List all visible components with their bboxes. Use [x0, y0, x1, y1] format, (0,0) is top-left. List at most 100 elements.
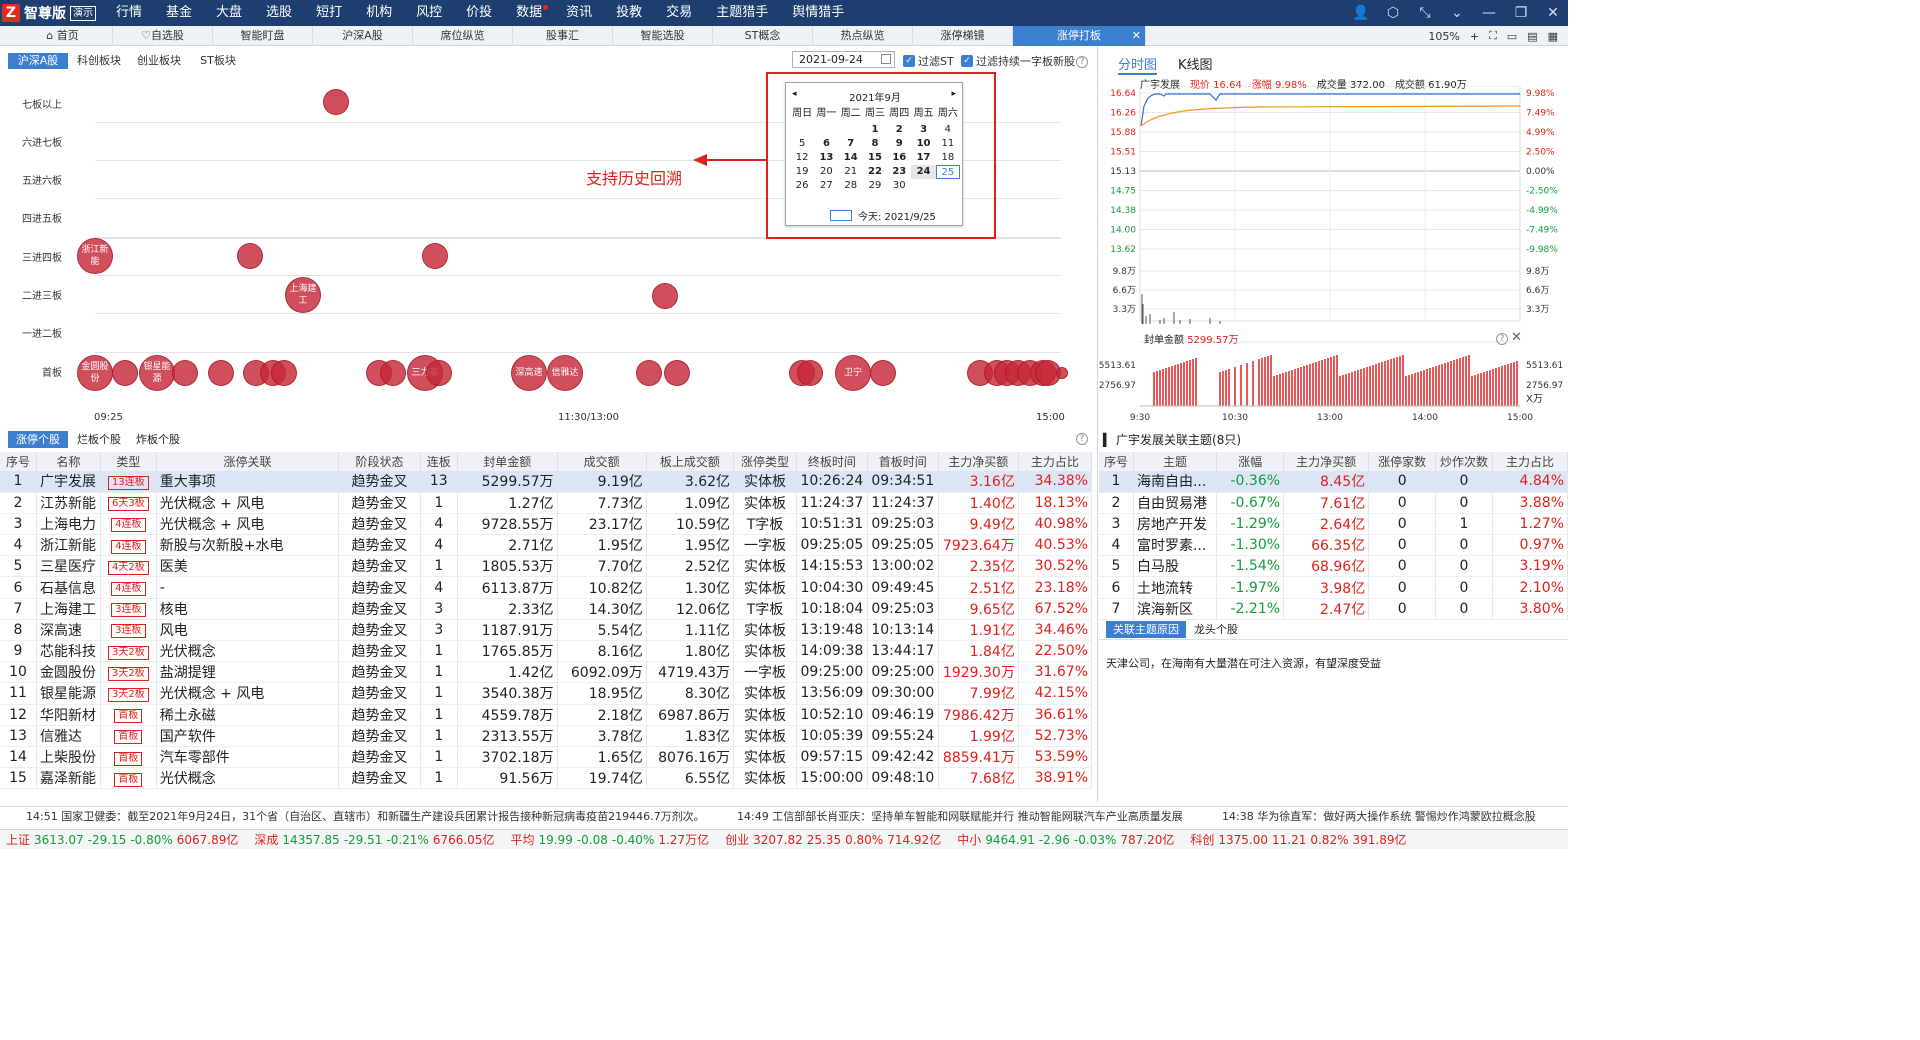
close-icon[interactable]: ✕	[1544, 5, 1562, 21]
nav-tab[interactable]: 智能盯盘	[213, 26, 313, 46]
calendar-day[interactable]: 9	[887, 137, 911, 151]
calendar-day[interactable]: 3	[911, 123, 935, 137]
column-header[interactable]: 主题	[1133, 452, 1218, 471]
calendar-day[interactable]: 4	[936, 123, 960, 137]
column-header[interactable]: 涨停家数	[1368, 452, 1437, 471]
calendar-day[interactable]: 29	[863, 179, 887, 193]
calendar-day[interactable]: 17	[911, 151, 935, 165]
news-item[interactable]: 14:49 工信部部长肖亚庆：坚持单车智能和网联赋能并行 推动智能网联汽车产业高…	[737, 807, 1183, 827]
column-header[interactable]: 终板时间	[796, 452, 868, 471]
menu-item[interactable]: 价投	[454, 0, 504, 26]
nav-tab[interactable]: 涨停梯镜	[913, 26, 1013, 46]
menu-item[interactable]: 机构	[354, 0, 404, 26]
nav-tab[interactable]: 智能选股	[613, 26, 713, 46]
stock-bubble[interactable]: 信雅达	[547, 355, 583, 391]
menu-item[interactable]: 舆情猎手	[780, 0, 856, 26]
calendar-day[interactable]: 12	[790, 151, 814, 165]
stock-bubble[interactable]	[271, 360, 297, 386]
stock-bubble[interactable]	[1056, 367, 1068, 379]
column-header[interactable]: 连板	[420, 452, 459, 471]
menu-item[interactable]: 选股	[254, 0, 304, 26]
stock-bubble[interactable]	[380, 360, 406, 386]
calendar-day[interactable]: 2	[887, 123, 911, 137]
table-row[interactable]: 9 芯能科技 3天2板 光伏概念 趋势金叉 1 1765.85万 8.16亿 1.80亿 实体板 1…	[0, 640, 1093, 663]
chevron-down-icon[interactable]: ⌄	[1448, 5, 1466, 21]
date-picker-input[interactable]: 2021-09-24	[792, 51, 895, 68]
table-row[interactable]: 1 海南自由... -0.36% 8.45亿 0 0 4.84%	[1099, 471, 1569, 493]
calendar-day[interactable]: 20	[814, 165, 838, 179]
calendar-day[interactable]: 21	[839, 165, 863, 179]
nav-tab[interactable]: 热点纵览	[813, 26, 913, 46]
calendar-day[interactable]: 28	[839, 179, 863, 193]
tab-kechuang[interactable]: 科创板块	[70, 53, 128, 69]
index-quote[interactable]: 深成 14357.85 -29.51 -0.21% 6766.05亿	[254, 833, 498, 847]
tab-exploded-board[interactable]: 炸板个股	[130, 431, 186, 448]
stock-bubble[interactable]: 金圆股份	[77, 355, 113, 391]
zoom-in-icon[interactable]: +	[1470, 30, 1479, 43]
column-header[interactable]: 首板时间	[867, 452, 939, 471]
calendar-day[interactable]: 19	[790, 165, 814, 179]
stock-bubble[interactable]	[208, 360, 234, 386]
stock-bubble[interactable]	[237, 243, 263, 269]
news-item[interactable]: 14:51 国家卫健委：截至2021年9月24日，31个省（自治区、直辖市）和新…	[26, 807, 705, 827]
close-icon[interactable]: ✕	[1511, 330, 1522, 345]
column-header[interactable]: 成交额	[557, 452, 647, 471]
nav-tab[interactable]: 沪深A股	[313, 26, 413, 46]
menu-item[interactable]: 行情	[104, 0, 154, 26]
calendar-day[interactable]: 15	[863, 151, 887, 165]
fit-icon[interactable]: ⛶	[1489, 29, 1497, 43]
menu-item[interactable]: 资讯	[554, 0, 604, 26]
column-header[interactable]: 炒作次数	[1435, 452, 1493, 471]
stock-bubble[interactable]: 深高速	[511, 355, 547, 391]
tab-chuangye[interactable]: 创业板块	[130, 53, 188, 69]
table-row[interactable]: 6 土地流转 -1.97% 3.98亿 0 0 2.10%	[1099, 576, 1569, 599]
calendar-day[interactable]: 8	[863, 137, 887, 151]
column-header[interactable]: 主力占比	[1492, 452, 1569, 471]
menu-item[interactable]: 短打	[304, 0, 354, 26]
table-row[interactable]: 4 浙江新能 4连板 新股与次新股+水电 趋势金叉 4 2.71亿 1.95亿 1.95亿 一字板…	[0, 534, 1093, 557]
menu-item[interactable]: 数据	[504, 0, 554, 26]
stock-bubble[interactable]	[636, 360, 662, 386]
table-row[interactable]: 7 滨海新区 -2.21% 2.47亿 0 0 3.80%	[1099, 598, 1569, 620]
column-header[interactable]: 涨幅	[1216, 452, 1285, 471]
menu-item[interactable]: 主题猎手	[704, 0, 780, 26]
table-row[interactable]: 10 金圆股份 3天2板 盐湖提锂 趋势金叉 1 1.42亿 6092.09万 4719.43万…	[0, 661, 1093, 684]
nav-tab[interactable]: 席位纵览	[413, 26, 513, 46]
table-row[interactable]: 2 江苏新能 6天3板 光伏概念 + 风电 趋势金叉 1 1.27亿 7.73亿 1.09亿 实体…	[0, 492, 1093, 514]
help-icon[interactable]: ?	[1076, 433, 1088, 445]
calendar-day[interactable]: 5	[790, 137, 814, 151]
stock-bubble[interactable]: 浙江新能	[77, 238, 113, 274]
calendar-day[interactable]: 11	[936, 137, 960, 151]
table-row[interactable]: 8 深高速 3连板 风电 趋势金叉 3 1187.91万 5.54亿 1.11亿 实体板 13:19…	[0, 619, 1093, 642]
nav-tab[interactable]: ST概念	[713, 26, 813, 46]
calendar-icon[interactable]	[881, 54, 891, 64]
table-row[interactable]: 7 上海建工 3连板 核电 趋势金叉 3 2.33亿 14.30亿 12.06亿 T字板 10:18…	[0, 598, 1093, 620]
stock-bubble[interactable]	[664, 360, 690, 386]
column-header[interactable]: 序号	[1099, 452, 1134, 471]
calendar-day[interactable]: 30	[887, 179, 911, 193]
calendar-day[interactable]: 13	[814, 151, 838, 165]
calendar-day[interactable]: 7	[839, 137, 863, 151]
grid-icon[interactable]: ▦	[1548, 30, 1558, 43]
menu-item[interactable]: 基金	[154, 0, 204, 26]
stock-bubble[interactable]	[652, 283, 678, 309]
column-header[interactable]: 主力净买额	[938, 452, 1019, 471]
column-header[interactable]: 阶段状态	[338, 452, 421, 471]
index-quote[interactable]: 科创 1375.00 11.21 0.82% 391.89亿	[1190, 833, 1410, 847]
tab-kline[interactable]: K线图	[1178, 54, 1213, 73]
nav-tab[interactable]: 股事汇	[513, 26, 613, 46]
index-quote[interactable]: 中小 9464.91 -2.96 -0.03% 787.20亿	[957, 833, 1178, 847]
settings-icon[interactable]: ⬡	[1384, 5, 1402, 21]
calendar-day[interactable]: 22	[863, 165, 887, 179]
column-header[interactable]: 涨停关联	[156, 452, 340, 471]
stock-bubble[interactable]	[797, 360, 823, 386]
nav-tab[interactable]: ⌂ 首页	[13, 26, 113, 46]
table-row[interactable]: 6 石基信息 4连板 - 趋势金叉 4 6113.87万 10.82亿 1.30亿 实体板 10:0…	[0, 576, 1093, 599]
table-row[interactable]: 13 信雅达 首板 国产软件 趋势金叉 1 2313.55万 3.78亿 1.83亿 实体板 10:…	[0, 725, 1093, 747]
menu-item[interactable]: 大盘	[204, 0, 254, 26]
menu-item[interactable]: 风控	[404, 0, 454, 26]
calendar-day[interactable]: 23	[887, 165, 911, 179]
table-row[interactable]: 3 房地产开发 -1.29% 2.64亿 0 1 1.27%	[1099, 513, 1569, 536]
column-header[interactable]: 板上成交额	[646, 452, 735, 471]
column-header[interactable]: 名称	[36, 452, 101, 471]
